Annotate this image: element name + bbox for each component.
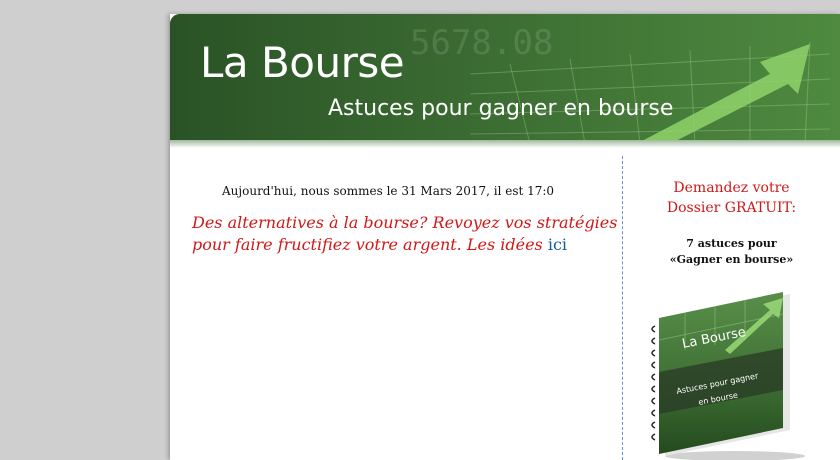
sidebar-tips: 7 astuces pour «Gagner en bourse» [623,236,840,268]
svg-text:5678.08: 5678.08 [410,23,553,63]
headline-text: Des alternatives à la bourse? Revoyez vo… [192,212,624,256]
sidebar: Demandez votre Dossier GRATUIT: 7 astuce… [623,154,840,460]
headline-link[interactable]: ici [548,235,567,254]
tips-line-2: «Gagner en bourse» [669,253,794,266]
sidebar-cta: Demandez votre Dossier GRATUIT: [623,178,840,218]
banner-divider [170,140,840,148]
site-title: La Bourse [200,38,405,87]
site-subtitle: Astuces pour gagner en bourse [328,96,674,121]
main-content: Aujourd'hui, nous sommes le 31 Mars 2017… [170,154,622,460]
ebook-cover-image[interactable]: La Bourse Astuces pour gagner en bourse [645,290,805,460]
page-container: 5678.08 La Bourse Astuces pour gagner en… [170,14,840,460]
header-banner: 5678.08 La Bourse Astuces pour gagner en… [170,14,840,144]
date-line: Aujourd'hui, nous sommes le 31 Mars 2017… [222,184,555,198]
cta-line-2: Dossier GRATUIT: [666,200,797,216]
tips-line-1: 7 astuces pour [686,237,777,250]
cta-line-1: Demandez votre [673,180,790,196]
